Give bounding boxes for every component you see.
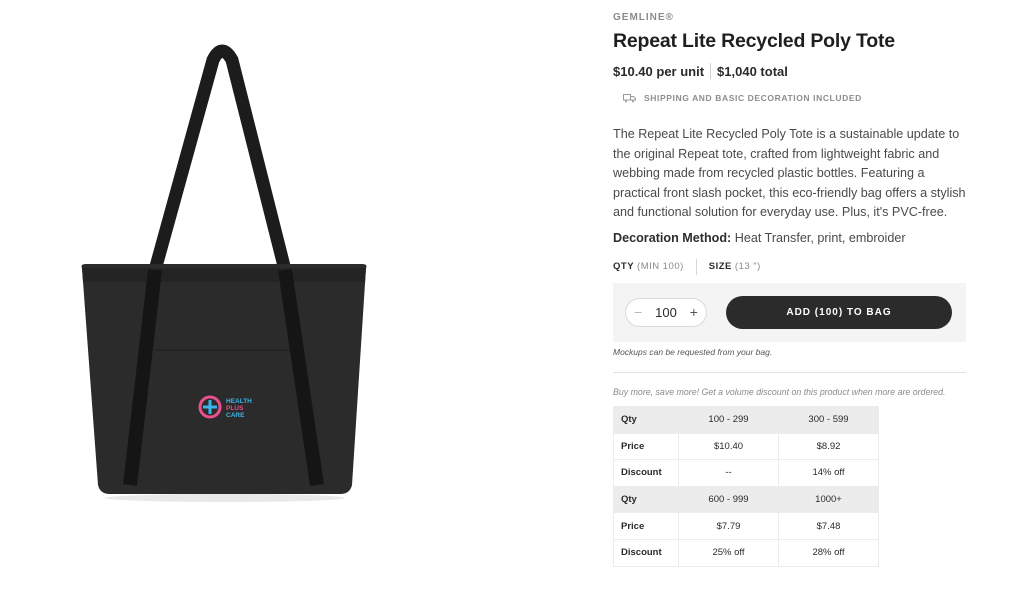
table-cell: $8.92 — [778, 432, 879, 461]
table-cell: 100 - 299 — [678, 405, 779, 434]
row-label: Qty — [613, 405, 679, 434]
brand-name[interactable]: GEMLINE® — [613, 12, 973, 23]
volume-pricing-table: Qty 100 - 299 300 - 599 Price $10.40 $8.… — [613, 405, 879, 567]
decrement-button[interactable]: − — [634, 304, 642, 320]
table-cell: $7.48 — [778, 512, 879, 540]
table-row: Price $7.79 $7.48 — [613, 512, 879, 540]
decoration-value: Heat Transfer, print, embroider — [734, 230, 906, 245]
product-image[interactable]: HEALTH PLUS CARE — [60, 30, 390, 510]
options-row: QTY (MIN 100) SIZE (13 ") — [613, 258, 973, 275]
increment-button[interactable]: + — [690, 304, 698, 320]
product-title: Repeat Lite Recycled Poly Tote — [613, 30, 895, 52]
add-to-bag-panel: − 100 + ADD (100) TO BAG — [613, 282, 966, 342]
table-row: Price $10.40 $8.92 — [613, 432, 879, 461]
volume-discount-note: Buy more, save more! Get a volume discou… — [613, 386, 946, 397]
section-divider — [613, 371, 966, 373]
table-cell: $7.79 — [678, 512, 779, 540]
logo-text-1: HEALTH — [226, 398, 252, 405]
table-row: Discount 25% off 28% off — [613, 538, 879, 567]
product-gallery: HEALTH PLUS CARE — [0, 0, 450, 604]
row-label: Price — [613, 432, 679, 461]
table-cell: $10.40 — [678, 432, 779, 461]
size-value[interactable]: (13 ") — [735, 261, 761, 272]
quantity-input[interactable]: 100 — [655, 305, 677, 320]
logo-text-2: PLUS — [226, 405, 244, 412]
quantity-stepper: − 100 + — [625, 297, 707, 327]
row-label: Discount — [613, 538, 679, 567]
table-cell: 300 - 599 — [778, 405, 879, 434]
price-summary: $10.40 per unit $1,040 total — [613, 63, 973, 79]
truck-icon — [623, 93, 636, 102]
unit-price: $10.40 per unit — [613, 63, 705, 79]
decoration-label: Decoration Method: — [613, 230, 732, 245]
mockup-note: Mockups can be requested from your bag. — [613, 346, 773, 357]
table-header-row: Qty 100 - 299 300 - 599 — [613, 405, 879, 434]
shipping-text: SHIPPING AND BASIC DECORATION INCLUDED — [644, 93, 862, 103]
row-label: Qty — [613, 485, 679, 514]
shipping-note: SHIPPING AND BASIC DECORATION INCLUDED — [623, 93, 973, 103]
table-cell: 600 - 999 — [678, 485, 779, 514]
price-divider — [710, 63, 712, 79]
table-cell: 28% off — [778, 538, 879, 567]
qty-label: QTY — [613, 261, 635, 273]
table-cell: 14% off — [778, 459, 879, 487]
row-label: Price — [613, 512, 679, 540]
row-label: Discount — [613, 459, 679, 487]
table-cell: -- — [678, 459, 779, 487]
product-info: GEMLINE® Repeat Lite Recycled Poly Tote … — [613, 0, 973, 567]
product-description: The Repeat Lite Recycled Poly Tote is a … — [613, 127, 966, 220]
qty-min: (MIN 100) — [637, 261, 684, 273]
total-price: $1,040 total — [717, 63, 788, 79]
table-header-row: Qty 600 - 999 1000+ — [613, 485, 879, 514]
table-row: Discount -- 14% off — [613, 459, 879, 487]
table-cell: 1000+ — [778, 485, 879, 514]
table-cell: 25% off — [678, 538, 779, 567]
logo-text-3: CARE — [226, 412, 245, 419]
add-to-bag-button[interactable]: ADD (100) TO BAG — [726, 295, 952, 329]
options-divider — [695, 258, 697, 275]
size-label[interactable]: SIZE — [709, 261, 732, 272]
decoration-method: Decoration Method: Heat Transfer, print,… — [613, 231, 973, 245]
